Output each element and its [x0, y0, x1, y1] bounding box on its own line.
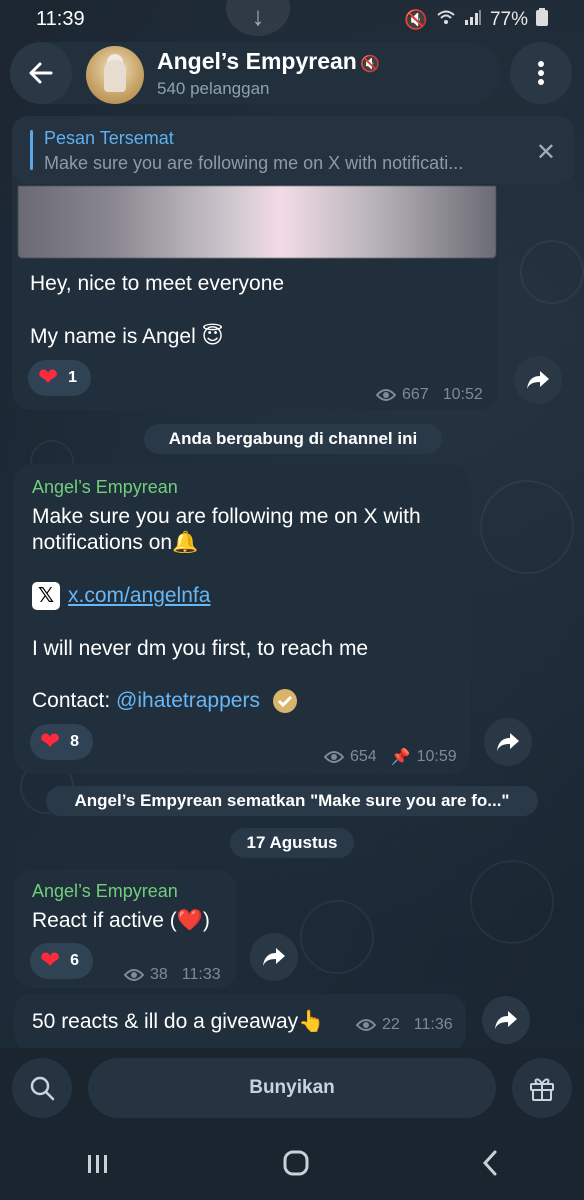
mention-link[interactable]: @ihatetrappers	[116, 689, 260, 712]
status-time: 11:39	[36, 8, 85, 30]
recent-apps-icon[interactable]	[86, 1150, 110, 1182]
sender-name: Angel’s Empyrean	[32, 477, 178, 497]
message-text: notifications on🔔	[32, 531, 199, 554]
reaction-count: 8	[70, 733, 80, 750]
pinned-text: Make sure you are following me on X with…	[44, 153, 464, 173]
system-nav-bar	[0, 1132, 584, 1200]
channel-subscribers: 540 pelanggan	[157, 79, 270, 98]
back-button[interactable]	[10, 42, 72, 104]
message-meta: 38 11:33	[124, 966, 221, 984]
heart-icon: ❤	[38, 364, 59, 391]
eye-icon	[376, 389, 396, 401]
home-icon[interactable]	[283, 1150, 309, 1183]
service-message-pinned: Angel’s Empyrean sematkan "Make sure you…	[46, 786, 538, 816]
reaction-count: 1	[68, 369, 78, 386]
heart-icon: ❤	[40, 728, 61, 755]
message-meta: 667 10:52	[376, 386, 483, 404]
share-arrow-icon	[263, 948, 285, 966]
view-count: 22	[382, 1016, 400, 1033]
share-button[interactable]	[482, 996, 530, 1044]
message-text: My name is Angel 😇	[30, 325, 224, 348]
sender-name: Angel’s Empyrean	[32, 881, 178, 901]
message-text: React if active (❤️)	[32, 909, 210, 932]
search-button[interactable]	[12, 1058, 72, 1118]
unmute-button[interactable]: Bunyikan	[88, 1058, 496, 1118]
battery-icon	[536, 8, 548, 32]
message-text: Make sure you are following me on X with	[32, 505, 421, 528]
share-button[interactable]	[484, 718, 532, 766]
view-count: 667	[402, 386, 429, 403]
message-text: I will never dm you first, to reach me	[32, 637, 369, 660]
eye-icon	[324, 751, 344, 763]
share-arrow-icon	[527, 371, 549, 389]
date-separator: 17 Agustus	[230, 828, 354, 858]
message-time: 10:52	[442, 386, 483, 403]
contact-line: Contact: @ihatetrappers	[32, 687, 298, 714]
close-icon[interactable]: ✕	[536, 138, 556, 167]
reaction-heart[interactable]: ❤ 1	[28, 360, 92, 396]
contact-label: Contact:	[32, 689, 117, 712]
view-count: 654	[350, 748, 377, 765]
pinned-label: Pesan Tersemat	[44, 128, 174, 148]
share-arrow-icon	[497, 733, 519, 751]
external-link[interactable]: x.com/angelnfa	[68, 584, 210, 607]
verified-badge-icon	[272, 689, 297, 714]
message-text: Hey, nice to meet everyone	[30, 272, 285, 295]
status-icons: 🔇 77%	[404, 8, 548, 32]
channel-title: Angel’s Empyrean	[157, 48, 357, 74]
share-arrow-icon	[495, 1011, 517, 1029]
message-text: 50 reacts & ill do a giveaway👆	[32, 1010, 325, 1033]
blurred-photo[interactable]	[18, 186, 496, 258]
heart-icon: ❤	[40, 947, 61, 974]
signal-icon	[464, 9, 482, 31]
message-time: 11:36	[413, 1016, 453, 1033]
message-meta: 654 📌 10:59	[324, 747, 457, 767]
search-icon	[30, 1076, 55, 1101]
more-options-button[interactable]	[510, 42, 572, 104]
gift-button[interactable]	[512, 1058, 572, 1118]
message-meta: 22 11:36	[356, 1016, 453, 1034]
channel-avatar[interactable]	[86, 46, 144, 104]
reaction-count: 6	[70, 952, 80, 969]
back-nav-icon[interactable]	[482, 1150, 498, 1183]
share-button[interactable]	[250, 933, 298, 981]
reaction-heart[interactable]: ❤ 8	[30, 724, 94, 760]
pinned-message-bar[interactable]: Pesan Tersemat Make sure you are followi…	[12, 116, 574, 184]
battery-percent: 77%	[489, 9, 528, 30]
eye-icon	[356, 1019, 376, 1031]
x-logo-icon: 𝕏	[32, 582, 60, 611]
pin-icon: 📌	[390, 749, 411, 766]
scroll-down-icon[interactable]: ↓	[226, 0, 290, 36]
status-bar: 11:39 ↓ 🔇 77%	[0, 0, 584, 36]
message-time: 11:33	[181, 966, 221, 983]
link-row: 𝕏x.com/angelnfa	[32, 582, 210, 611]
eye-icon	[124, 969, 144, 981]
more-vert-icon	[538, 61, 544, 85]
service-message-joined: Anda bergabung di channel ini	[144, 424, 442, 454]
gift-icon	[530, 1078, 554, 1101]
wifi-icon	[436, 9, 456, 31]
reaction-heart[interactable]: ❤ 6	[30, 943, 94, 979]
message-time: 10:59	[416, 748, 457, 765]
mute-status-icon: 🔇	[404, 10, 428, 31]
pinned-indicator	[30, 130, 33, 170]
share-button[interactable]	[514, 356, 562, 404]
muted-speaker-icon: 🔇	[360, 56, 380, 73]
arrow-left-icon	[29, 62, 53, 84]
view-count: 38	[150, 966, 168, 983]
